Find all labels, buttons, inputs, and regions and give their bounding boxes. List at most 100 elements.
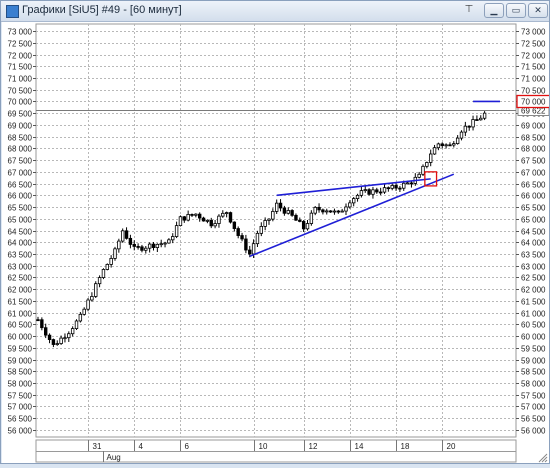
y-tick-label-right: 72 000 xyxy=(521,52,546,61)
y-tick-label-left: 68 000 xyxy=(8,145,33,154)
y-tick-label-right: 59 500 xyxy=(521,345,546,354)
candle-body xyxy=(248,249,252,255)
candle-body xyxy=(309,212,314,224)
y-tick-label-left: 65 500 xyxy=(8,204,33,213)
candle-body xyxy=(47,334,52,340)
candle-body xyxy=(267,218,271,221)
chart-window: Графики [SiU5] #49 - [60 минут] ⊤ ▁ ▭ ✕ … xyxy=(0,0,550,464)
candle-body xyxy=(398,187,402,190)
level-70000-label: 70 000 xyxy=(521,98,546,107)
minimize-button[interactable]: ▁ xyxy=(484,3,504,18)
y-tick-label-left: 58 500 xyxy=(8,368,33,377)
y-tick-label-left: 61 500 xyxy=(8,298,33,307)
candle-body xyxy=(271,210,275,220)
y-tick-label-right: 68 500 xyxy=(521,134,546,143)
y-tick-label-left: 72 500 xyxy=(8,40,33,49)
y-tick-label-right: 62 000 xyxy=(521,286,546,295)
candle-body xyxy=(367,189,371,195)
candle-body xyxy=(363,189,367,192)
y-tick-label-left: 56 000 xyxy=(8,427,33,436)
candle-body xyxy=(286,210,290,214)
candle-body xyxy=(209,219,213,227)
candle-body xyxy=(459,131,464,139)
y-tick-label-left: 70 000 xyxy=(8,98,33,107)
candle-body xyxy=(282,207,287,214)
candle-body xyxy=(305,223,310,230)
candle-body xyxy=(205,219,210,222)
candle-body xyxy=(421,165,425,175)
candle-body xyxy=(201,217,206,222)
candle-body xyxy=(428,153,433,163)
y-tick-label-left: 66 000 xyxy=(8,192,33,201)
y-tick-label-right: 67 000 xyxy=(521,169,546,178)
y-tick-label-right: 66 500 xyxy=(521,181,546,190)
y-tick-label-left: 57 500 xyxy=(8,392,33,401)
x-tick-label: 14 xyxy=(355,442,364,451)
candle-body xyxy=(455,137,460,144)
y-tick-label-right: 56 000 xyxy=(521,427,546,436)
pin-icon[interactable]: ⊤ xyxy=(463,4,475,16)
candle-body xyxy=(171,236,175,241)
candle-body xyxy=(263,220,267,227)
candle-body xyxy=(236,228,240,236)
candle-body xyxy=(140,246,144,251)
y-tick-label-left: 62 000 xyxy=(8,286,33,295)
x-tick-label: 18 xyxy=(401,442,410,451)
y-tick-label-right: 67 500 xyxy=(521,157,546,166)
y-tick-label-right: 64 500 xyxy=(521,228,546,237)
candle-body xyxy=(113,248,117,259)
candle-body xyxy=(240,235,244,240)
y-tick-label-left: 59 500 xyxy=(8,345,33,354)
y-tick-label-right: 61 000 xyxy=(521,310,546,319)
y-tick-label-right: 64 000 xyxy=(521,239,546,248)
candle-body xyxy=(124,230,129,239)
candle-body xyxy=(97,277,102,285)
maximize-button[interactable]: ▭ xyxy=(506,3,526,18)
y-tick-label-left: 57 000 xyxy=(8,403,33,412)
candle-body xyxy=(390,185,394,189)
candle-body xyxy=(217,215,221,224)
candle-body xyxy=(405,182,410,185)
candle-body xyxy=(94,283,98,297)
y-tick-label-left: 60 000 xyxy=(8,333,33,342)
y-tick-label-left: 70 500 xyxy=(8,87,33,96)
candle-body xyxy=(378,191,383,194)
y-tick-label-right: 61 500 xyxy=(521,298,546,307)
candle-body xyxy=(128,237,133,245)
price-chart[interactable]: 56 000 56 000 56 500 56 500 57 000 57 000 57 5… xyxy=(2,22,550,463)
window-title: Графики [SiU5] #49 - [60 минут] xyxy=(22,4,182,16)
candle-body xyxy=(197,213,202,219)
candle-body xyxy=(251,243,256,255)
candle-body xyxy=(274,202,279,212)
chart-area[interactable]: 56 000 56 000 56 500 56 500 57 000 57 000 57 5… xyxy=(2,22,550,463)
month-label: Aug xyxy=(107,453,121,462)
y-tick-label-left: 67 500 xyxy=(8,157,33,166)
y-tick-label-left: 58 000 xyxy=(8,380,33,389)
candle-body xyxy=(448,144,452,147)
candle-body xyxy=(425,162,429,167)
y-tick-label-left: 69 500 xyxy=(8,110,33,119)
y-tick-label-right: 70 500 xyxy=(521,87,546,96)
candle-body xyxy=(417,173,421,178)
candle-body xyxy=(336,210,340,213)
y-tick-label-right: 62 500 xyxy=(521,274,546,283)
y-tick-label-right: 65 500 xyxy=(521,204,546,213)
candle-body xyxy=(440,143,444,147)
y-tick-label-right: 57 500 xyxy=(521,392,546,401)
y-tick-label-right: 65 000 xyxy=(521,216,546,225)
candle-body xyxy=(174,225,179,237)
y-tick-label-right: 63 000 xyxy=(521,263,546,272)
candle-body xyxy=(44,327,48,336)
x-tick-label: 12 xyxy=(309,442,318,451)
candle-body xyxy=(344,206,348,212)
candle-body xyxy=(144,247,148,251)
candle-body xyxy=(90,296,94,301)
candle-body xyxy=(59,337,63,344)
y-tick-label-right: 69 000 xyxy=(521,122,546,131)
title-bar[interactable]: Графики [SiU5] #49 - [60 минут] ⊤ ▁ ▭ ✕ xyxy=(1,1,549,22)
chart-app-icon xyxy=(6,5,19,18)
close-button[interactable]: ✕ xyxy=(528,3,548,18)
candle-body xyxy=(63,337,67,340)
y-tick-label-right: 72 500 xyxy=(521,40,546,49)
candle-body xyxy=(67,333,71,339)
